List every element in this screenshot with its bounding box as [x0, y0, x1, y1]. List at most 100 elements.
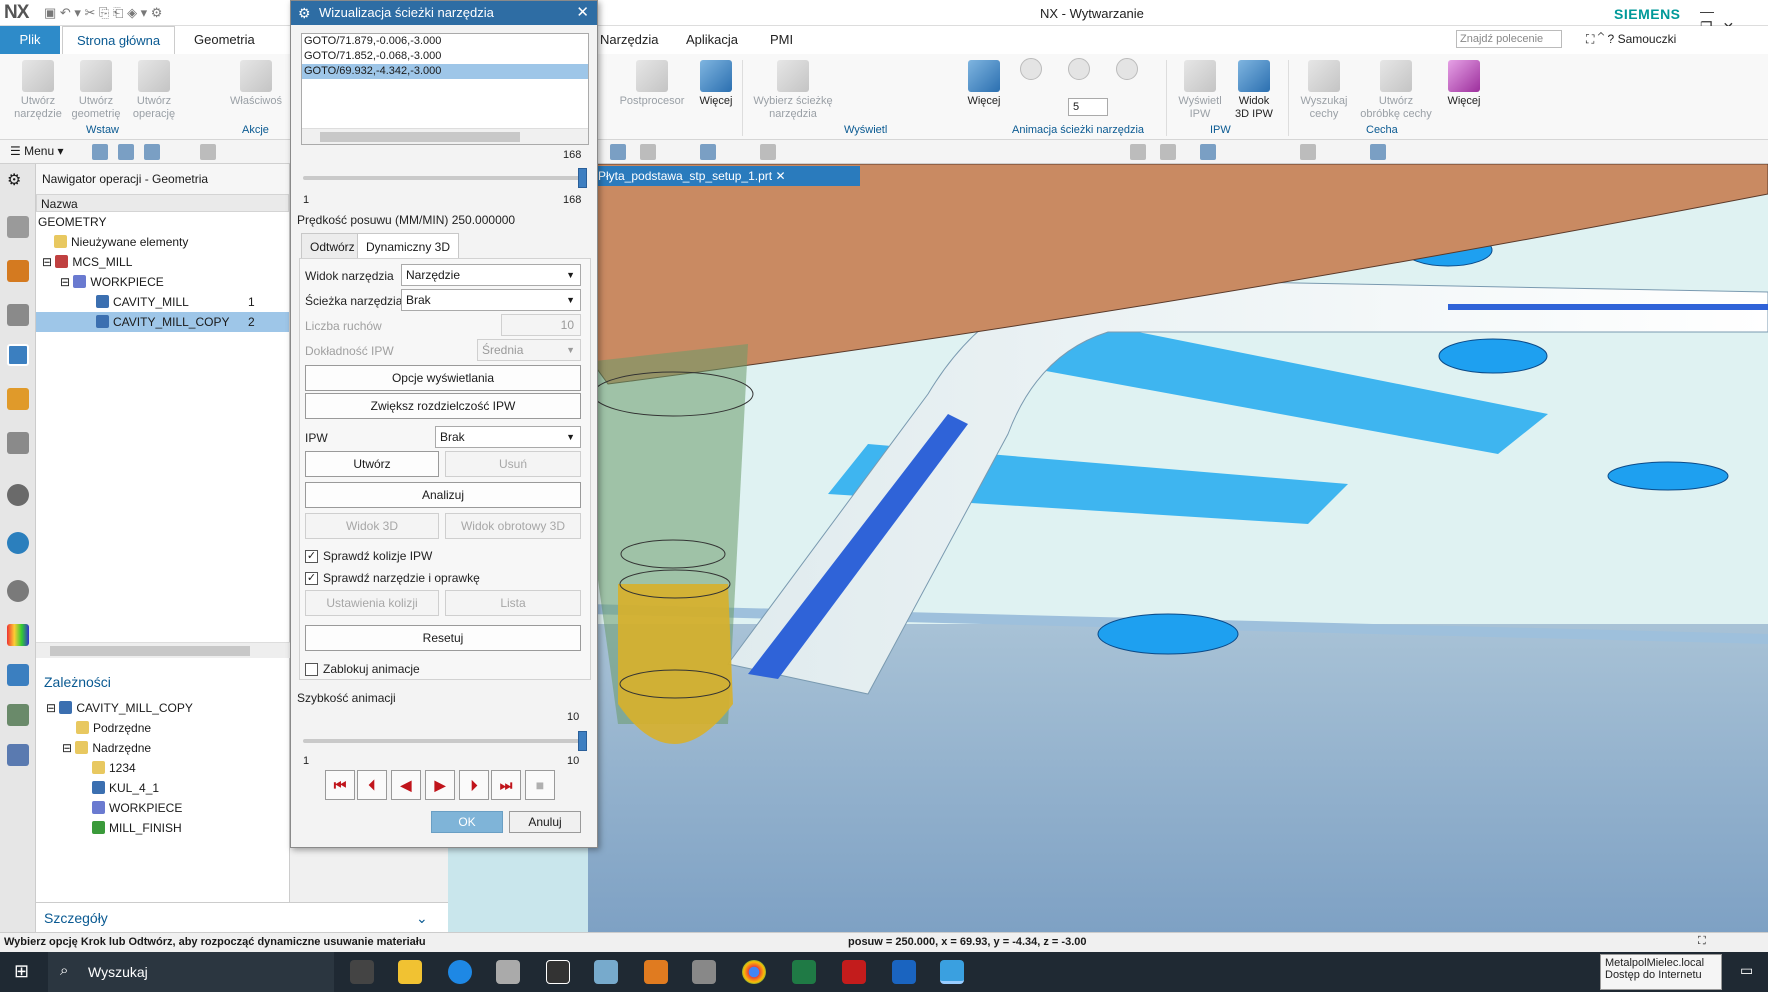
windows-start-icon[interactable]: ⊞ — [14, 961, 29, 982]
go-to-end-button[interactable]: ⏭ — [491, 770, 521, 800]
postprocessor-button[interactable]: Postprocesor — [614, 60, 690, 108]
web-browser-icon[interactable] — [7, 532, 29, 554]
animation-steps-select[interactable]: 5 — [1068, 98, 1108, 116]
tool-path-select[interactable]: Brak ▼ — [401, 289, 581, 311]
dep-row[interactable]: ⊟ Nadrzędne — [36, 738, 289, 758]
play-reverse-button[interactable]: ◀ — [391, 770, 421, 800]
reset-button[interactable]: Resetuj — [305, 625, 581, 651]
tree-row-workpiece[interactable]: ⊟ WORKPIECE — [36, 272, 289, 292]
more-button-2[interactable]: Więcej — [964, 60, 1004, 108]
select-icon[interactable] — [144, 144, 160, 160]
tool-view-select[interactable]: Narzędzie ▼ — [401, 264, 581, 286]
create-feature-process-button[interactable]: Utwórz obróbkę cechy — [1356, 60, 1436, 121]
app-icon[interactable] — [644, 960, 668, 984]
collision-settings-button[interactable]: Ustawienia kolizji — [305, 590, 439, 616]
tree-row-geometry[interactable]: GEOMETRY — [36, 212, 289, 232]
tab-tools[interactable]: Narzędzia — [586, 26, 673, 54]
select-toolpath-button[interactable]: Wybierz ścieżkę narzędzia — [750, 60, 836, 121]
step-back-button[interactable]: ⏴ — [357, 770, 387, 800]
active-app-icon[interactable] — [940, 960, 964, 984]
go-to-start-button[interactable]: ⏮ — [325, 770, 355, 800]
gear-icon[interactable]: ⚙ — [7, 170, 29, 192]
tab-pmi[interactable]: PMI — [756, 26, 807, 54]
animation-speed-slider[interactable] — [303, 731, 587, 751]
tab-application[interactable]: Aplikacja — [672, 26, 752, 54]
lock-animation-checkbox[interactable] — [305, 663, 318, 676]
next-frame-button[interactable] — [1114, 58, 1140, 83]
display-ipw-button[interactable]: Wyświetl IPW — [1170, 60, 1230, 121]
file-explorer-icon[interactable] — [398, 960, 422, 984]
find-features-button[interactable]: Wyszukaj cechy — [1294, 60, 1354, 121]
tool-library-icon[interactable] — [7, 664, 29, 686]
ipw-3d-view-button[interactable]: Widok 3D IPW — [1226, 60, 1282, 121]
orient-icon[interactable] — [700, 144, 716, 160]
fullscreen-icon[interactable]: ⛶ — [1698, 935, 1706, 948]
step-forward-button[interactable]: ⏵ — [459, 770, 489, 800]
dep-row[interactable]: KUL_4_1 — [36, 778, 289, 798]
point-icon[interactable] — [760, 144, 776, 160]
scroll-thumb[interactable] — [50, 646, 250, 656]
snap-point-icon[interactable] — [640, 144, 656, 160]
snap-icon[interactable] — [118, 144, 134, 160]
tab-file[interactable]: Plik — [0, 26, 60, 54]
operation-navigator-icon[interactable] — [7, 344, 29, 366]
slider-knob[interactable] — [578, 168, 587, 188]
command-search-input[interactable]: Znajdź polecenie — [1456, 30, 1562, 48]
layer-icon[interactable] — [610, 144, 626, 160]
create-tool-button[interactable]: Utwórz narzędzie — [10, 60, 66, 121]
pause-button[interactable] — [1066, 58, 1092, 83]
menu-button[interactable]: ☰ Menu ▾ — [10, 144, 63, 158]
close-icon[interactable]: ✕ — [576, 1, 589, 25]
assembly-navigator-icon[interactable] — [7, 260, 29, 282]
task-view-icon[interactable] — [350, 960, 374, 984]
tutorials-button[interactable]: ⛶ ⌃ ? Samouczki — [1586, 32, 1676, 47]
filter-icon[interactable] — [92, 144, 108, 160]
tab-replay[interactable]: Odtwórz — [301, 233, 364, 259]
hd3d-icon[interactable] — [7, 484, 29, 506]
taskbar-search[interactable]: ⌕ Wyszukaj — [48, 952, 334, 992]
moves-input[interactable]: 10 — [501, 314, 581, 336]
reuse-library-icon[interactable] — [7, 432, 29, 454]
tree-row-cavity-mill[interactable]: CAVITY_MILL 1 — [36, 292, 289, 312]
tab-geometry[interactable]: Geometria — [180, 26, 269, 54]
app-icon[interactable] — [594, 960, 618, 984]
view-icon[interactable] — [200, 144, 216, 160]
ipw-accuracy-select[interactable]: Średnia ▼ — [477, 339, 581, 361]
7zip-icon[interactable] — [546, 960, 570, 984]
tree-row-unused[interactable]: Nieużywane elementy — [36, 232, 289, 252]
list-button[interactable]: Lista — [445, 590, 581, 616]
rotational-view-3d-button[interactable]: Widok obrotowy 3D — [445, 513, 581, 539]
create-button[interactable]: Utwórz — [305, 451, 439, 477]
tree-row-mcs-mill[interactable]: ⊟ MCS_MILL — [36, 252, 289, 272]
settings-icon[interactable] — [1370, 144, 1386, 160]
quick-access-toolbar[interactable]: ▣ ↶ ▾ ✂ ⎘ ⎗ ◈ ▾ ⚙ — [44, 5, 162, 21]
view-fit-icon[interactable] — [1130, 144, 1146, 160]
more-button-3[interactable]: Więcej — [1444, 60, 1484, 108]
constraint-navigator-icon[interactable] — [7, 304, 29, 326]
column-header-name[interactable]: Nazwa — [36, 194, 289, 212]
part-navigator-icon[interactable] — [7, 216, 29, 238]
properties-button[interactable]: Właściwoś — [226, 60, 286, 108]
play-button[interactable]: ▶ — [425, 770, 455, 800]
goto-item[interactable]: GOTO/69.932,-4.342,-3.000 — [302, 64, 588, 79]
process-icon[interactable] — [7, 704, 29, 726]
ok-button[interactable]: OK — [431, 811, 503, 833]
app-icon[interactable] — [496, 960, 520, 984]
chevron-down-icon[interactable]: ⌄ — [416, 910, 428, 927]
view-rotate-icon[interactable] — [1160, 144, 1176, 160]
graphics-viewport[interactable] — [448, 164, 1768, 932]
chrome-icon[interactable] — [742, 960, 766, 984]
tab-home[interactable]: Strona główna — [62, 26, 176, 54]
dep-row[interactable]: MILL_FINISH — [36, 818, 289, 838]
dep-row[interactable]: Podrzędne — [36, 718, 289, 738]
tree-row-cavity-mill-copy[interactable]: CAVITY_MILL_COPY 2 — [36, 312, 289, 332]
calculator-icon[interactable] — [692, 960, 716, 984]
dependencies-title[interactable]: Zależności — [36, 664, 289, 698]
machine-navigator-icon[interactable] — [7, 388, 29, 410]
render-style-icon[interactable] — [1200, 144, 1216, 160]
nx-taskbar-icon[interactable] — [842, 960, 866, 984]
details-panel[interactable]: Szczegóły ⌄ — [36, 902, 448, 932]
notifications-icon[interactable]: ▭ — [1740, 962, 1753, 979]
slider-knob[interactable] — [578, 731, 587, 751]
history-icon[interactable] — [7, 580, 29, 602]
